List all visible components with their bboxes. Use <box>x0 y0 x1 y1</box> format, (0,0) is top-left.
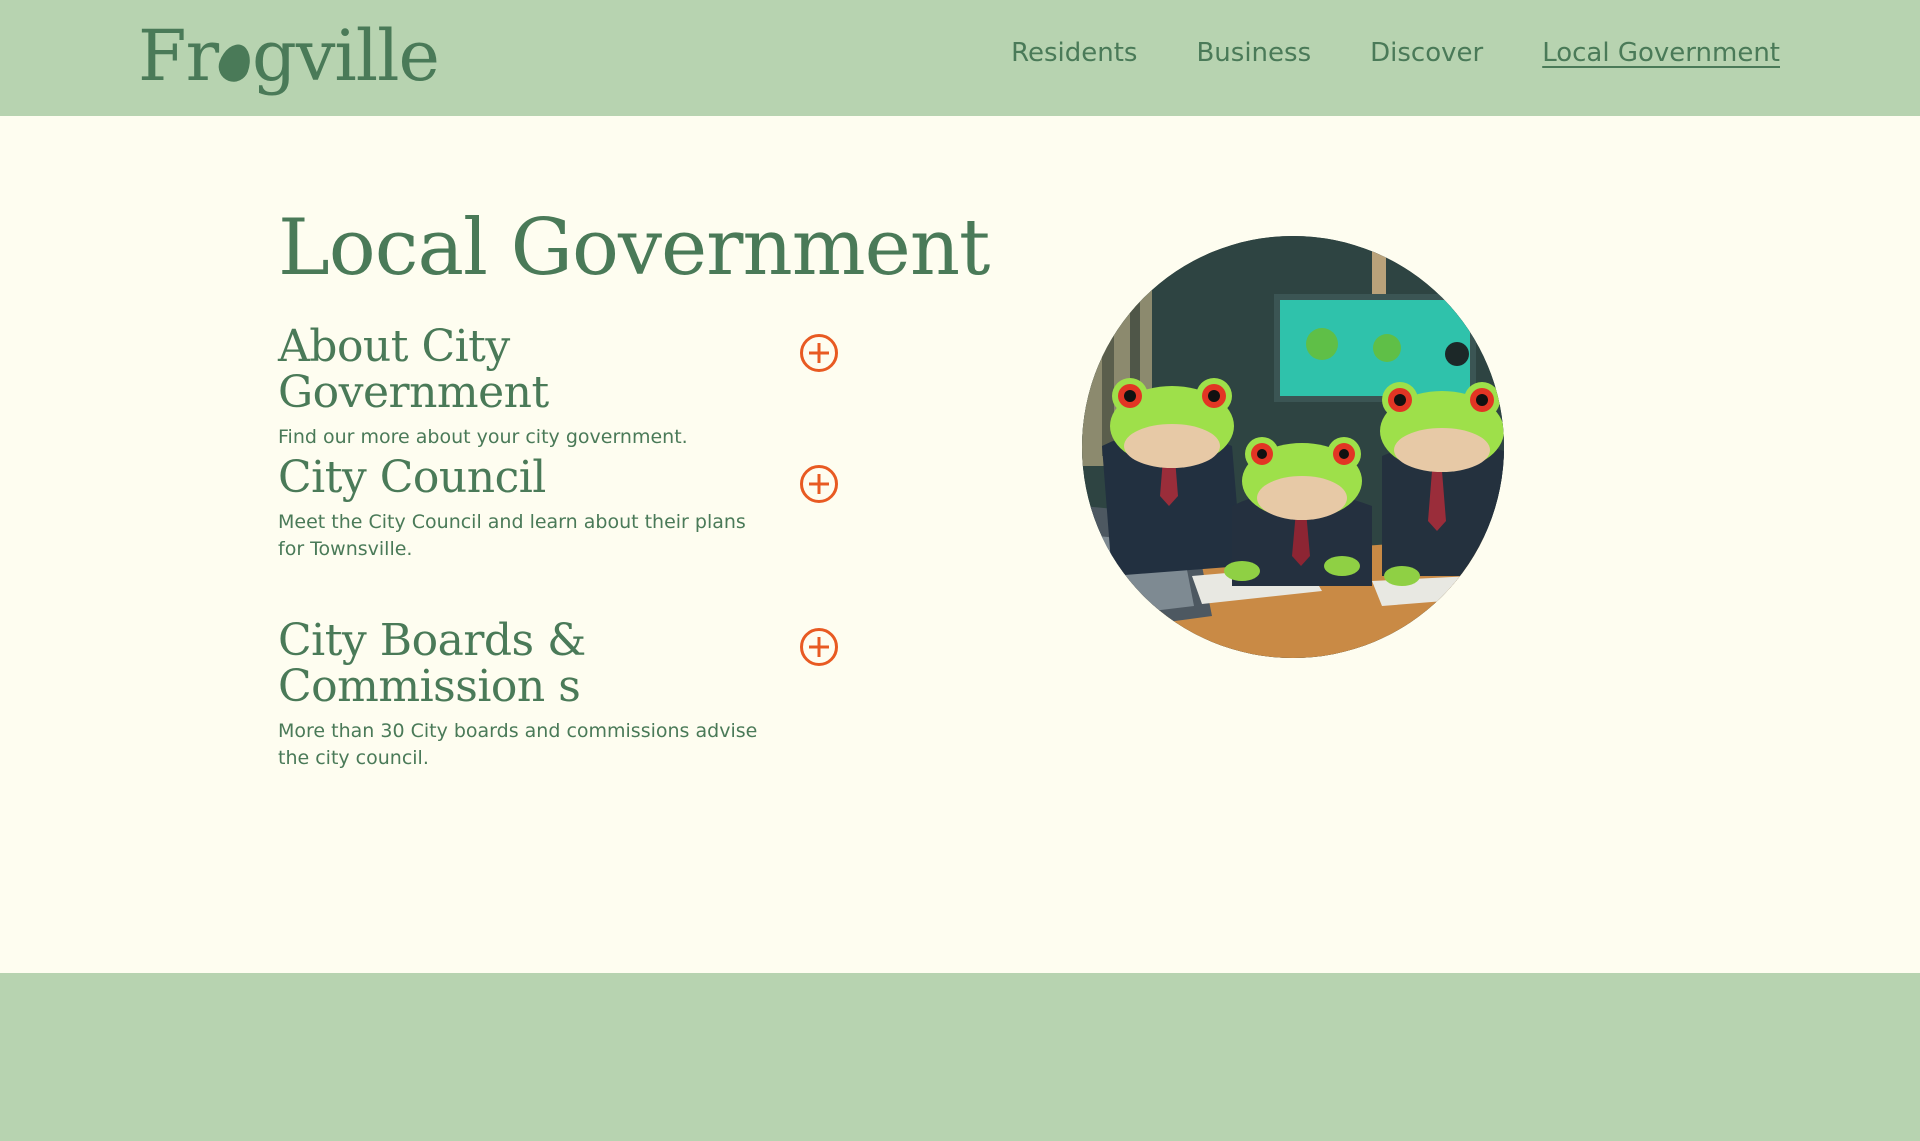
page-title: Local Government <box>278 203 990 293</box>
nav-link-discover[interactable]: Discover <box>1370 38 1483 68</box>
site-footer <box>0 973 1920 1141</box>
expand-city-boards-button[interactable] <box>800 628 838 666</box>
section-heading: City Boards & Commission s <box>278 615 586 712</box>
expand-city-council-button[interactable] <box>800 465 838 503</box>
section-description: More than 30 City boards and commissions… <box>278 720 758 769</box>
section-heading: City Council <box>278 452 546 503</box>
frogville-logo[interactable]: Fr gville <box>138 14 440 98</box>
section-description: Find our more about your city government… <box>278 426 688 448</box>
logo-text-start: Fr <box>138 15 219 97</box>
section-city-boards: City Boards & Commission s More than 30 … <box>278 618 838 772</box>
section-heading: About City Government <box>278 321 549 418</box>
main-content: Local Government About City Government F… <box>0 116 1920 973</box>
frogs-meeting-illustration <box>1082 236 1504 658</box>
nav-link-residents[interactable]: Residents <box>1011 38 1137 68</box>
expand-about-button[interactable] <box>800 334 838 372</box>
leaf-icon <box>214 40 256 86</box>
logo-text-end: gville <box>252 15 440 97</box>
section-about-city-government: About City Government Find our more abou… <box>278 324 838 451</box>
main-nav: Residents Business Discover Local Govern… <box>1011 38 1780 68</box>
section-city-council: City Council Meet the City Council and l… <box>278 455 838 563</box>
frogs-meeting-photo <box>1082 236 1504 658</box>
site-header: Fr gville Residents Business Discover Loc… <box>0 0 1920 116</box>
nav-link-local-government[interactable]: Local Government <box>1542 38 1780 68</box>
nav-link-business[interactable]: Business <box>1196 38 1311 68</box>
section-description: Meet the City Council and learn about th… <box>278 511 746 560</box>
